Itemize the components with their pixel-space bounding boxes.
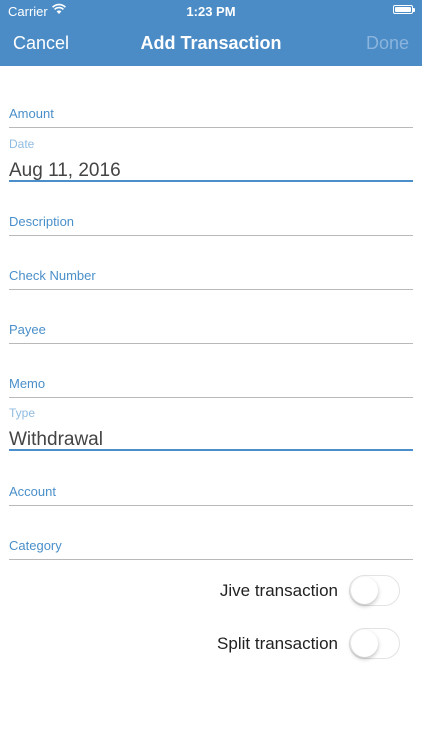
status-bar: Carrier 1:23 PM	[0, 0, 422, 22]
split-transaction-toggle[interactable]	[349, 628, 400, 659]
payee-underline	[9, 343, 413, 344]
toggle-knob	[351, 630, 378, 657]
split-transaction-label: Split transaction	[217, 634, 338, 653]
account-label: Account	[9, 484, 56, 499]
type-underline	[9, 449, 413, 451]
nav-bar: Cancel Add Transaction Done	[0, 22, 422, 66]
description-underline	[9, 235, 413, 236]
amount-underline	[9, 127, 413, 128]
battery-icon	[393, 5, 415, 14]
payee-label: Payee	[9, 322, 46, 337]
memo-label: Memo	[9, 376, 46, 391]
type-label: Type	[9, 406, 36, 420]
date-label: Date	[9, 137, 35, 151]
split-transaction-row: Split transaction	[100, 628, 400, 662]
account-field[interactable]: Account	[9, 482, 413, 506]
date-field[interactable]: Date Aug 11, 2016	[9, 136, 413, 182]
page-title: Add Transaction	[140, 33, 282, 53]
jive-transaction-label: Jive transaction	[219, 581, 338, 600]
category-label: Category	[9, 538, 62, 553]
category-underline	[9, 559, 413, 560]
memo-field[interactable]: Memo	[9, 374, 413, 398]
description-field[interactable]: Description	[9, 212, 413, 236]
date-value[interactable]: Aug 11, 2016	[9, 160, 121, 182]
memo-underline	[9, 397, 413, 398]
check-number-field[interactable]: Check Number	[9, 266, 413, 290]
account-underline	[9, 505, 413, 506]
jive-transaction-toggle[interactable]	[349, 575, 400, 606]
type-field[interactable]: Type Withdrawal	[9, 405, 413, 451]
payee-field[interactable]: Payee	[9, 320, 413, 344]
clock: 1:23 PM	[186, 4, 236, 19]
header: Carrier 1:23 PM Cancel Add Transaction D…	[0, 0, 422, 66]
done-button[interactable]: Done	[366, 33, 409, 54]
date-underline	[9, 180, 413, 182]
description-label: Description	[9, 214, 75, 229]
jive-transaction-row: Jive transaction	[100, 575, 400, 609]
category-field[interactable]: Category	[9, 536, 413, 560]
amount-field[interactable]: Amount	[9, 104, 413, 128]
check-number-underline	[9, 289, 413, 290]
type-value[interactable]: Withdrawal	[9, 429, 103, 451]
toggle-knob	[351, 577, 378, 604]
check-number-label: Check Number	[9, 268, 96, 283]
amount-label: Amount	[9, 106, 54, 121]
